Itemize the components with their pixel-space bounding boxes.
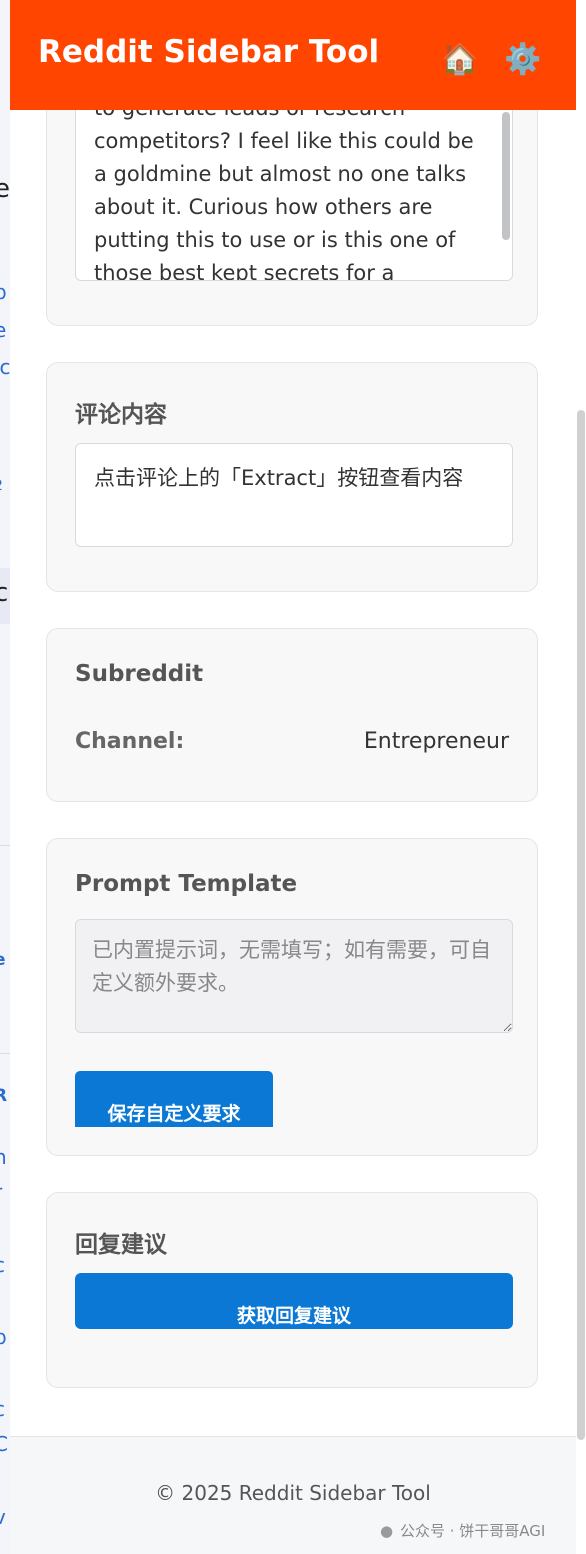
- footer-copyright: © 2025 Reddit Sidebar Tool: [155, 1481, 431, 1505]
- watermark: ● 公众号 · 饼干哥哥AGI: [380, 1520, 545, 1541]
- comment-content-title: 评论内容: [75, 402, 167, 428]
- gear-icon[interactable]: ⚙️: [503, 40, 543, 80]
- background-link-fragment[interactable]: R: [0, 1086, 7, 1106]
- background-text-fragment: c: [0, 578, 9, 608]
- watermark-text: 公众号 · 饼干哥哥AGI: [400, 1522, 546, 1540]
- comment-content-text: 点击评论上的「Extract」按钮查看内容: [94, 466, 464, 490]
- sidebar-title: Reddit Sidebar Tool: [38, 34, 380, 70]
- sidebar-header: Reddit Sidebar Tool 🏠 ⚙️: [10, 0, 576, 110]
- save-custom-requirements-button[interactable]: 保存自定义要求: [75, 1071, 273, 1127]
- post-content-text: to generate leads or research competitor…: [94, 101, 474, 281]
- background-text-fragment: e: [0, 174, 10, 204]
- post-content-box[interactable]: to generate leads or research competitor…: [75, 101, 513, 281]
- subreddit-card: Subreddit Channel: Entrepreneur: [46, 628, 538, 802]
- background-link-fragment[interactable]: p: [0, 1325, 7, 1349]
- home-icon[interactable]: 🏠: [440, 40, 480, 80]
- comment-content-card: 评论内容 点击评论上的「Extract」按钮查看内容: [46, 362, 538, 592]
- background-link-fragment[interactable]: b: [0, 280, 7, 304]
- subreddit-title: Subreddit: [75, 661, 204, 687]
- reply-suggestion-title: 回复建议: [75, 1232, 167, 1258]
- background-link-fragment[interactable]: e: [0, 318, 6, 342]
- background-link-fragment[interactable]: v: [0, 1505, 6, 1529]
- background-link-fragment[interactable]: e: [0, 950, 6, 970]
- background-link-fragment[interactable]: c: [0, 1397, 5, 1421]
- reddit-sidebar-panel: Reddit Sidebar Tool 🏠 ⚙️ to generate lea…: [10, 0, 576, 1554]
- background-link-fragment[interactable]: ic: [0, 355, 11, 379]
- background-link-fragment[interactable]: r: [0, 1180, 2, 1204]
- channel-value: Entrepreneur: [363, 729, 509, 754]
- post-content-scrollbar[interactable]: [502, 112, 510, 240]
- channel-label: Channel:: [75, 729, 185, 754]
- sidebar-scrollbar[interactable]: [577, 410, 585, 1440]
- background-link-fragment[interactable]: n: [0, 1145, 7, 1169]
- prompt-template-title: Prompt Template: [75, 871, 298, 897]
- background-text-fragment: 2: [0, 478, 3, 494]
- background-link-fragment[interactable]: C: [0, 1432, 8, 1456]
- comment-content-box: 点击评论上的「Extract」按钮查看内容: [75, 443, 513, 547]
- wechat-icon: ●: [380, 1522, 394, 1540]
- background-link-fragment[interactable]: c: [0, 1253, 5, 1277]
- reply-suggestion-card: 回复建议 获取回复建议: [46, 1192, 538, 1388]
- prompt-template-input[interactable]: [75, 919, 513, 1033]
- prompt-template-card: Prompt Template 保存自定义要求: [46, 838, 538, 1156]
- get-reply-suggestion-button[interactable]: 获取回复建议: [75, 1273, 513, 1329]
